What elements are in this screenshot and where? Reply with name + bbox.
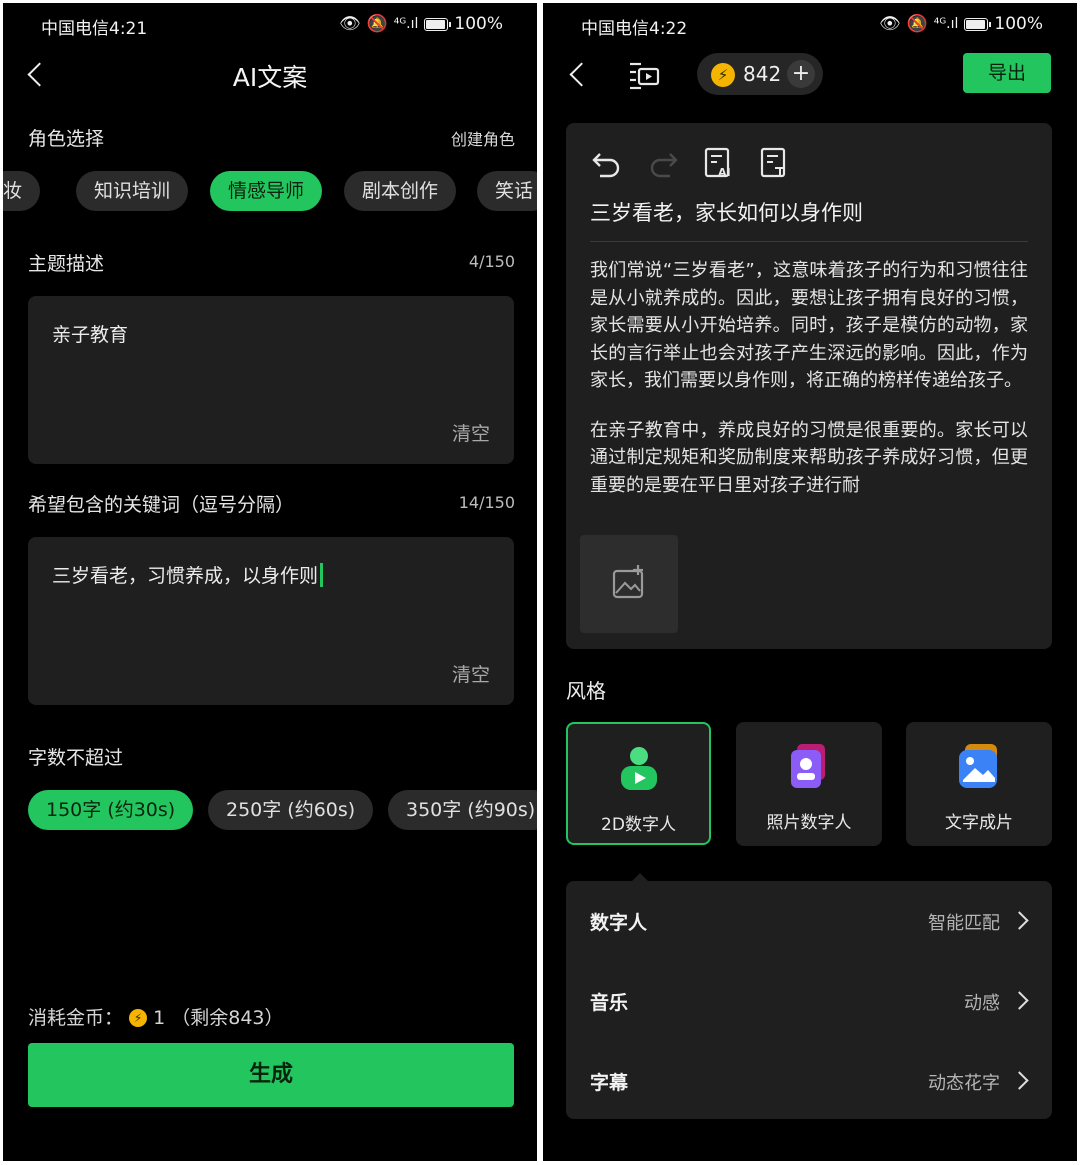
- photo-avatar-icon: [785, 742, 833, 790]
- clear-topic-button[interactable]: 清空: [452, 419, 490, 446]
- length-option[interactable]: 250字 (约60s): [208, 790, 374, 830]
- chevron-right-icon: [1010, 991, 1029, 1010]
- keywords-value: 三岁看老，习惯养成，以身作则: [52, 565, 319, 587]
- document-body[interactable]: 我们常说“三岁看老”，这意味着孩子的行为和习惯往往是从小就养成的。因此，要想让孩…: [590, 257, 1028, 515]
- status-icons: 👁 🔕 ⁴ᴳ.ıl 100%: [879, 14, 1043, 34]
- topic-input[interactable]: 亲子教育 清空: [28, 296, 514, 464]
- ai-copywriting-screen: 中国电信4:21 👁 🔕 ⁴ᴳ.ıl 100% AI文案 角色选择 创建角色 妆…: [3, 3, 537, 1161]
- mute-bell-icon: 🔕: [366, 14, 388, 34]
- coin-icon: ⚡: [711, 63, 735, 87]
- style-option-label: 2D数字人: [601, 815, 676, 835]
- script-editor: AI 三岁看老，家长如何以身作则 我们常说“三岁看老”，这意味着孩子的行为和习惯…: [566, 123, 1052, 649]
- clear-keywords-button[interactable]: 清空: [452, 660, 490, 687]
- carrier-time: 中国电信4:21: [41, 19, 148, 39]
- style-option-2d-avatar[interactable]: 2D数字人: [566, 722, 711, 845]
- carrier-time: 中国电信4:22: [581, 19, 688, 39]
- role-chip-selected[interactable]: 情感导师: [210, 171, 323, 211]
- keywords-counter: 14/150: [458, 493, 515, 512]
- setting-row-music[interactable]: 音乐 动感: [566, 961, 1052, 1041]
- style-option-label: 照片数字人: [766, 813, 852, 833]
- setting-key: 音乐: [590, 992, 629, 1014]
- topic-counter: 4/150: [468, 252, 515, 271]
- add-image-button[interactable]: [580, 535, 678, 633]
- cost-remaining: （剩余843）: [171, 1007, 284, 1029]
- document-title[interactable]: 三岁看老，家长如何以身作则: [590, 197, 863, 227]
- coin-icon: ⚡: [129, 1009, 148, 1027]
- cost-line: 消耗金币： ⚡ 1 （剩余843）: [28, 1003, 284, 1030]
- cost-amount: 1: [153, 1007, 166, 1029]
- setting-row-avatar[interactable]: 数字人 智能匹配: [566, 881, 1052, 961]
- setting-value: 智能匹配: [928, 913, 1000, 934]
- battery-percent: 100%: [454, 14, 503, 34]
- chevron-right-icon: [1010, 1071, 1029, 1090]
- role-chip[interactable]: 笑话: [477, 171, 537, 211]
- wifi-icon: ⁴ᴳ.ıl: [393, 16, 419, 32]
- keywords-input[interactable]: 三岁看老，习惯养成，以身作则 清空: [28, 537, 514, 705]
- role-section-label: 角色选择: [28, 128, 105, 150]
- keywords-label: 希望包含的关键词（逗号分隔）: [28, 494, 295, 516]
- edit-text-icon[interactable]: [758, 146, 792, 180]
- setting-value: 动态花字: [928, 1073, 1000, 1094]
- avatar-video-icon: [615, 744, 663, 792]
- setting-key: 数字人: [590, 912, 648, 934]
- text-cursor: [320, 563, 324, 587]
- setting-row-subtitles[interactable]: 字幕 动态花字: [566, 1041, 1052, 1121]
- script-preview-icon[interactable]: [627, 58, 661, 92]
- length-label: 字数不超过: [28, 747, 124, 769]
- coin-balance[interactable]: ⚡ 842 +: [697, 53, 823, 95]
- document-paragraph: 我们常说“三岁看老”，这意味着孩子的行为和习惯往往是从小就养成的。因此，要想让孩…: [590, 260, 1028, 391]
- create-role-link[interactable]: 创建角色: [451, 126, 515, 150]
- setting-value: 动感: [964, 993, 1000, 1014]
- add-coins-button[interactable]: +: [787, 60, 815, 88]
- topic-value: 亲子教育: [52, 324, 129, 346]
- style-section-label: 风格: [566, 679, 606, 703]
- eye-icon: 👁: [878, 14, 901, 34]
- export-button[interactable]: 导出: [963, 53, 1051, 93]
- ai-rewrite-icon[interactable]: AI: [702, 146, 736, 180]
- style-option-photo-avatar[interactable]: 照片数字人: [736, 722, 882, 846]
- undo-icon[interactable]: [590, 146, 624, 180]
- status-icons: 👁 🔕 ⁴ᴳ.ıl 100%: [339, 14, 503, 34]
- role-chips: 妆 知识培训 情感导师 剧本创作 笑话: [3, 171, 537, 215]
- title-divider: [590, 241, 1028, 242]
- battery-icon: [424, 17, 452, 31]
- svg-text:AI: AI: [718, 166, 731, 179]
- topic-label: 主题描述: [28, 253, 105, 275]
- battery-percent: 100%: [994, 14, 1043, 34]
- setting-key: 字幕: [590, 1072, 629, 1094]
- status-bar: 中国电信4:21 👁 🔕 ⁴ᴳ.ıl 100%: [3, 13, 537, 39]
- battery-icon: [964, 17, 992, 31]
- page-title: AI文案: [232, 63, 308, 92]
- role-chip[interactable]: 知识培训: [76, 171, 189, 211]
- image-landscape-icon: [955, 742, 1003, 790]
- length-options: 150字 (约30s) 250字 (约60s) 350字 (约90s): [3, 790, 537, 834]
- generate-button[interactable]: 生成: [28, 1043, 514, 1107]
- role-chip[interactable]: 妆: [3, 171, 41, 211]
- document-paragraph: 在亲子教育中，养成良好的习惯是很重要的。家长可以通过制定规矩和奖励制度来帮助孩子…: [590, 419, 1028, 496]
- role-chip[interactable]: 剧本创作: [344, 171, 457, 211]
- keywords-value-wrap: 三岁看老，习惯养成，以身作则: [52, 561, 324, 588]
- editor-toolbar: AI: [590, 145, 792, 181]
- status-bar: 中国电信4:22 👁 🔕 ⁴ᴳ.ıl 100%: [543, 13, 1077, 39]
- length-option-selected[interactable]: 150字 (约30s): [28, 790, 194, 830]
- cost-prefix: 消耗金币：: [28, 1007, 124, 1029]
- chevron-right-icon: [1010, 911, 1029, 930]
- coin-count: 842: [743, 62, 782, 86]
- mute-bell-icon: 🔕: [906, 14, 928, 34]
- style-option-label: 文字成片: [945, 813, 1013, 833]
- length-option[interactable]: 350字 (约90s): [388, 790, 537, 830]
- eye-icon: 👁: [338, 14, 361, 34]
- settings-list: 数字人 智能匹配 音乐 动感 字幕 动态花字: [566, 881, 1052, 1119]
- style-option-text-to-video[interactable]: 文字成片: [906, 722, 1052, 846]
- wifi-icon: ⁴ᴳ.ıl: [933, 16, 959, 32]
- back-button[interactable]: [565, 55, 595, 95]
- redo-icon[interactable]: [646, 146, 680, 180]
- editor-screen: 中国电信4:22 👁 🔕 ⁴ᴳ.ıl 100% ⚡ 842 + 导出 AI 三岁…: [543, 3, 1077, 1161]
